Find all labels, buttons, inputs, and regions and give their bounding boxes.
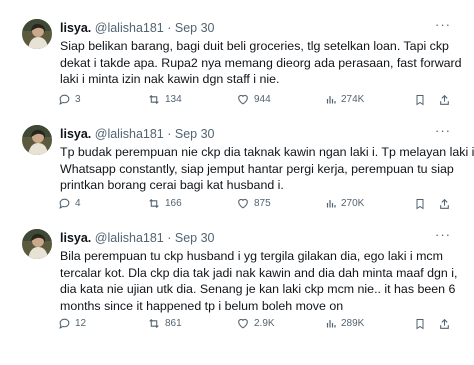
- reply-count: 12: [75, 318, 87, 329]
- reply-icon: [59, 318, 70, 329]
- tweet-text-line: dekat i takde apa. Rupa2 nya memang dieo…: [60, 55, 462, 70]
- tweet-header: lisya. @lalisha181 · Sep 30: [60, 127, 215, 141]
- analytics-icon: [326, 96, 336, 104]
- tweet[interactable]: lisya. @lalisha181 · Sep 30 ··· Tp budak…: [0, 123, 474, 235]
- heart-icon: [238, 198, 248, 209]
- tweet-text-line: Whatsapp constantly, siap jemput hantar …: [60, 161, 454, 176]
- reply-icon: [59, 198, 70, 209]
- views-count: 274K: [341, 94, 365, 105]
- timestamp[interactable]: Sep 30: [175, 231, 215, 245]
- display-name[interactable]: lisya.: [60, 231, 91, 245]
- repost-icon: [149, 198, 159, 209]
- more-options-icon[interactable]: ···: [435, 123, 451, 138]
- tweet-text-line: dia kata nie ujian utk dia. Senang je ka…: [60, 282, 456, 296]
- like-button[interactable]: 2.9K: [236, 317, 275, 330]
- repost-count: 166: [165, 198, 182, 209]
- tweet-text-line: tercalar kot. Dla ckp dia tak jadi nak k…: [60, 265, 458, 280]
- views-button[interactable]: 274K: [325, 93, 364, 106]
- bookmark-icon[interactable]: [414, 317, 426, 331]
- views-button[interactable]: 289K: [325, 317, 364, 330]
- heart-icon: [238, 94, 248, 105]
- tweet-text-line: Tp budak perempuan nie ckp dia taknak ka…: [60, 145, 474, 159]
- repost-button[interactable]: 861: [147, 317, 182, 330]
- separator: ·: [167, 21, 172, 35]
- repost-icon: [149, 318, 159, 329]
- tweet-text: Siap belikan barang, bagi duit beli groc…: [60, 38, 462, 88]
- avatar[interactable]: [22, 19, 52, 49]
- tweet[interactable]: lisya. @lalisha181 · Sep 30 ··· Siap bel…: [0, 17, 474, 129]
- tweet-header: lisya. @lalisha181 · Sep 30: [60, 231, 215, 245]
- tweet[interactable]: lisya. @lalisha181 · Sep 30 ··· Bila per…: [0, 227, 474, 341]
- heart-icon: [238, 318, 248, 329]
- handle[interactable]: @lalisha181: [95, 21, 164, 35]
- timestamp[interactable]: Sep 30: [175, 127, 215, 141]
- views-count: 289K: [341, 318, 365, 329]
- reply-count: 3: [75, 94, 81, 105]
- reply-button[interactable]: 4: [58, 197, 81, 210]
- like-button[interactable]: 944: [236, 93, 271, 106]
- bookmark-icon[interactable]: [414, 197, 426, 211]
- repost-button[interactable]: 166: [147, 197, 182, 210]
- handle[interactable]: @lalisha181: [95, 231, 164, 245]
- repost-count: 861: [165, 318, 182, 329]
- analytics-icon: [326, 320, 336, 328]
- share-icon[interactable]: [438, 93, 451, 107]
- reply-count: 4: [75, 198, 81, 209]
- like-count: 2.9K: [254, 318, 275, 329]
- repost-icon: [149, 94, 159, 105]
- separator: ·: [167, 127, 172, 141]
- bookmark-icon[interactable]: [414, 93, 426, 107]
- timestamp[interactable]: Sep 30: [175, 21, 215, 35]
- display-name[interactable]: lisya.: [60, 21, 91, 35]
- avatar[interactable]: [22, 229, 52, 259]
- tweet-text-line: printkan borang cerai bagi kat husband i…: [60, 178, 284, 192]
- avatar[interactable]: [22, 125, 52, 155]
- repost-count: 134: [165, 94, 182, 105]
- reply-icon: [59, 94, 70, 105]
- share-icon[interactable]: [438, 317, 451, 331]
- views-count: 270K: [341, 198, 365, 209]
- tweet-header: lisya. @lalisha181 · Sep 30: [60, 21, 215, 35]
- reply-button[interactable]: 12: [58, 317, 86, 330]
- reply-button[interactable]: 3: [58, 93, 81, 106]
- share-icon[interactable]: [438, 197, 451, 211]
- analytics-icon: [326, 200, 336, 208]
- tweet-text-line: Bila perempuan tu ckp husband i yg tergi…: [60, 249, 443, 263]
- like-count: 875: [254, 198, 271, 209]
- views-button[interactable]: 270K: [325, 197, 364, 210]
- tweet-text-line: months since it happened tp i belum bole…: [60, 298, 344, 313]
- like-count: 944: [254, 94, 271, 105]
- more-options-icon[interactable]: ···: [435, 227, 451, 242]
- tweet-text-line: laki i minta izin nak kawin dgn staff i …: [60, 72, 280, 86]
- display-name[interactable]: lisya.: [60, 127, 91, 141]
- more-options-icon[interactable]: ···: [435, 17, 451, 32]
- repost-button[interactable]: 134: [147, 93, 182, 106]
- tweet-text: Bila perempuan tu ckp husband i yg tergi…: [60, 248, 460, 314]
- handle[interactable]: @lalisha181: [95, 127, 164, 141]
- tweet-text-line: Siap belikan barang, bagi duit beli groc…: [60, 39, 449, 53]
- like-button[interactable]: 875: [236, 197, 271, 210]
- tweet-text: Tp budak perempuan nie ckp dia taknak ka…: [60, 144, 474, 194]
- separator: ·: [167, 231, 172, 245]
